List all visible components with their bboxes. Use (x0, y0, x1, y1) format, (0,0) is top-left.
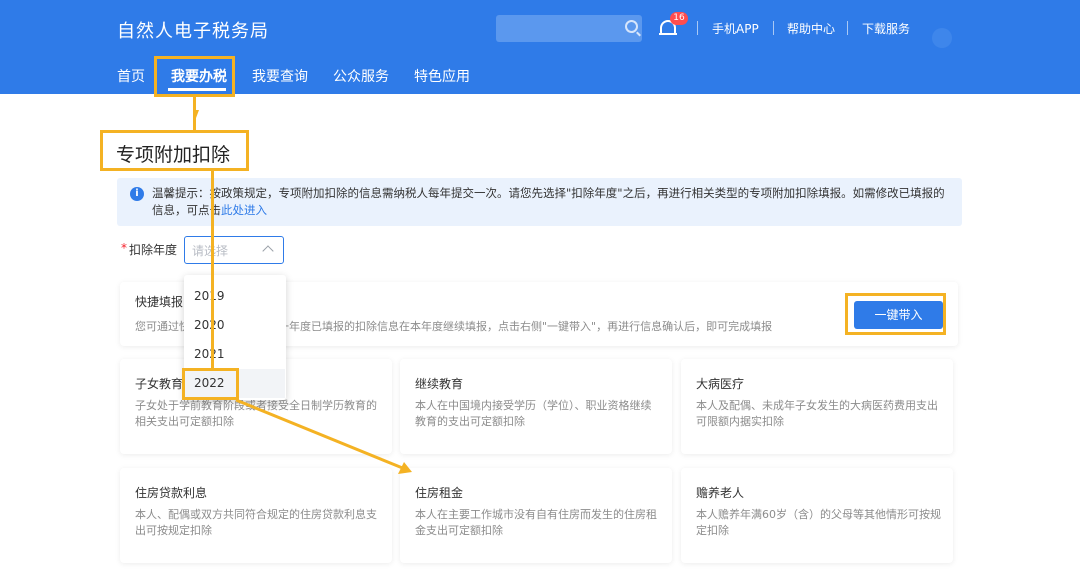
annotation-arrowhead (193, 110, 199, 118)
annotation-arrow-overlay (193, 110, 412, 474)
annotation-title-text: 专项附加扣除 (116, 144, 231, 166)
annotation-arrow-line (235, 398, 406, 471)
